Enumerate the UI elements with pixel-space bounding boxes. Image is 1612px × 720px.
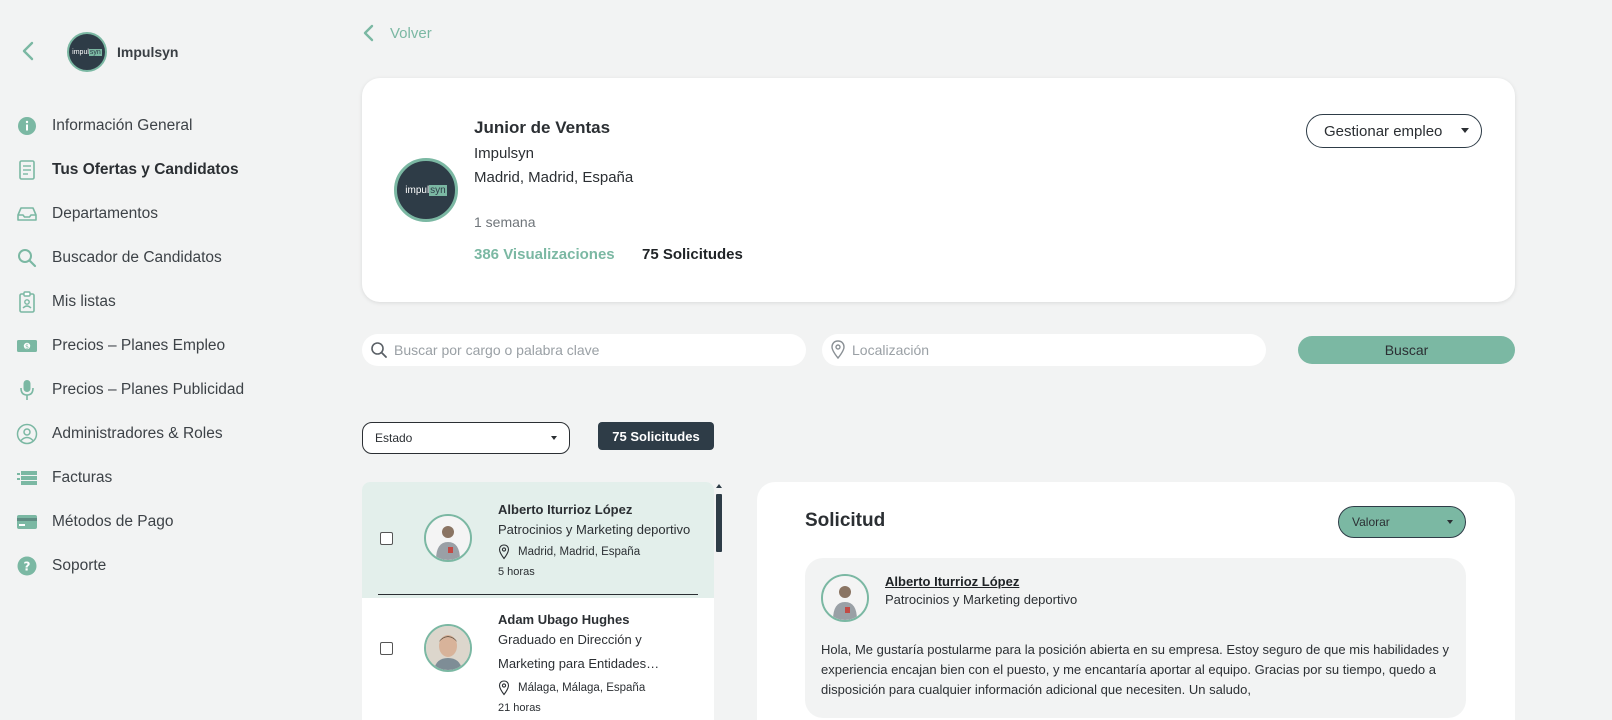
candidate-location-text: Madrid, Madrid, España <box>518 546 641 558</box>
sidebar-item-precios-publicidad[interactable]: Precios – Planes Publicidad <box>16 368 316 412</box>
candidate-role-line1: Graduado en Dirección y <box>498 632 642 647</box>
job-posted-age: 1 semana <box>474 214 536 230</box>
job-title: Junior de Ventas <box>474 118 611 137</box>
svg-text:?: ? <box>24 560 31 574</box>
sidebar-item-label: Administradores & Roles <box>52 425 223 442</box>
candidate-avatar <box>424 514 472 562</box>
sidebar-item-label: Precios – Planes Empleo <box>52 337 226 354</box>
sidebar-item-metodos-pago[interactable]: Métodos de Pago <box>16 500 316 544</box>
candidate-checkbox[interactable] <box>380 642 393 655</box>
sidebar-item-soporte[interactable]: ? Soporte <box>16 544 316 588</box>
search-icon <box>371 342 387 358</box>
candidate-role-line2: Marketing para Entidades… <box>498 656 660 671</box>
sidebar-item-informacion-general[interactable]: Información General <box>16 104 316 148</box>
sidebar-item-departamentos[interactable]: Departamentos <box>16 192 316 236</box>
caret-down-icon <box>1447 520 1453 524</box>
caret-down-icon <box>551 436 557 440</box>
credit-card-icon <box>16 511 38 533</box>
estado-filter-select[interactable]: Estado <box>362 422 570 454</box>
detail-title: Solicitud <box>805 510 886 531</box>
candidate-location: Madrid, Madrid, España <box>498 544 640 560</box>
sidebar-item-label: Departamentos <box>52 205 158 222</box>
sidebar-item-label: Precios – Planes Publicidad <box>52 381 245 398</box>
candidate-location: Málaga, Málaga, España <box>498 680 645 696</box>
caret-down-icon <box>1461 128 1469 133</box>
candidate-time: 21 horas <box>498 702 541 714</box>
document-list-icon <box>16 159 38 181</box>
candidate-checkbox[interactable] <box>380 532 393 545</box>
sidebar-item-precios-empleo[interactable]: $ Precios – Planes Empleo <box>16 324 316 368</box>
candidate-row[interactable]: Adam Ubago Hughes Graduado en Dirección … <box>362 598 714 714</box>
manage-job-label: Gestionar empleo <box>1324 122 1443 140</box>
search-icon <box>16 247 38 269</box>
sidebar-item-label: Mis listas <box>52 293 116 310</box>
applications-count-badge: 75 Solicitudes <box>598 422 714 450</box>
chevron-left-icon <box>363 24 374 42</box>
scrollbar-thumb[interactable] <box>716 494 722 552</box>
scroll-up-arrow-icon[interactable] <box>716 484 722 488</box>
cash-stack-icon <box>16 467 38 489</box>
rate-dropdown[interactable]: Valorar <box>1338 506 1466 538</box>
estado-filter-label: Estado <box>375 431 413 445</box>
sidebar-item-administradores-roles[interactable]: Administradores & Roles <box>16 412 316 456</box>
sidebar-item-label: Facturas <box>52 469 113 486</box>
company-logo-text: impulsyn <box>405 184 447 196</box>
volver-link[interactable]: Volver <box>362 24 432 42</box>
job-location: Madrid, Madrid, España <box>474 169 634 186</box>
location-pin-icon <box>498 680 510 696</box>
candidate-list: Alberto Iturrioz López Patrocinios y Mar… <box>362 482 714 720</box>
sidebar-item-buscador-candidatos[interactable]: Buscador de Candidatos <box>16 236 316 280</box>
sidebar-item-label: Soporte <box>52 557 107 574</box>
application-detail-panel: Solicitud Valorar Alberto Iturrioz López… <box>757 482 1515 720</box>
search-button[interactable]: Buscar <box>1298 336 1515 364</box>
help-circle-icon: ? <box>16 555 38 577</box>
applicant-name-link[interactable]: Alberto Iturrioz López <box>885 574 1019 589</box>
microphone-icon <box>16 379 38 401</box>
sidebar-nav: Información General Tus Ofertas y Candid… <box>16 104 316 588</box>
clipboard-person-icon <box>16 291 38 313</box>
candidate-name: Alberto Iturrioz López <box>498 502 633 517</box>
volver-label: Volver <box>390 24 432 42</box>
candidate-name: Adam Ubago Hughes <box>498 612 630 627</box>
job-applications-count: 75 Solicitudes <box>642 246 743 263</box>
applicant-role: Patrocinios y Marketing deportivo <box>885 592 1078 607</box>
candidate-avatar <box>424 624 472 672</box>
brand-logo-text: impulsyn <box>72 48 102 56</box>
applicant-avatar <box>821 574 869 622</box>
inbox-tray-icon <box>16 203 38 225</box>
keyword-search-input[interactable] <box>394 342 787 358</box>
back-arrow-icon[interactable] <box>18 40 40 62</box>
sidebar-item-facturas[interactable]: Facturas <box>16 456 316 500</box>
sidebar-item-label: Buscador de Candidatos <box>52 249 222 266</box>
job-company: Impulsyn <box>474 145 535 162</box>
user-circle-icon <box>16 423 38 445</box>
candidate-location-text: Málaga, Málaga, España <box>518 682 646 694</box>
job-views-count: 386 Visualizaciones <box>474 246 615 263</box>
manage-job-dropdown[interactable]: Gestionar empleo <box>1306 114 1482 148</box>
location-search-input[interactable] <box>852 342 1245 358</box>
info-icon <box>16 115 38 137</box>
candidate-role: Patrocinios y Marketing deportivo <box>498 522 691 537</box>
application-message-card: Alberto Iturrioz López Patrocinios y Mar… <box>805 558 1466 718</box>
rate-label: Valorar <box>1352 515 1390 529</box>
candidate-time: 5 horas <box>498 566 535 578</box>
sidebar-item-label: Métodos de Pago <box>52 513 174 530</box>
sidebar-item-label: Tus Ofertas y Candidatos <box>52 161 239 178</box>
candidate-row[interactable]: Alberto Iturrioz López Patrocinios y Mar… <box>362 482 714 598</box>
sidebar-item-label: Información General <box>52 117 193 134</box>
brand-logo: impulsyn <box>67 32 107 72</box>
sidebar-item-ofertas-candidatos[interactable]: Tus Ofertas y Candidatos <box>16 148 316 192</box>
keyword-search-field[interactable] <box>362 334 806 366</box>
sidebar-item-mis-listas[interactable]: Mis listas <box>16 280 316 324</box>
location-pin-icon <box>498 544 510 560</box>
row-divider <box>378 594 698 595</box>
job-summary-card: impulsyn Junior de Ventas Impulsyn Madri… <box>362 78 1515 302</box>
brand-name: Impulsyn <box>117 44 179 60</box>
banknote-icon: $ <box>16 335 38 357</box>
application-message: Hola, Me gustaría postularme para la pos… <box>821 642 1449 697</box>
location-search-field[interactable] <box>822 334 1266 366</box>
location-pin-icon <box>831 340 845 360</box>
svg-text:$: $ <box>25 344 29 351</box>
company-logo: impulsyn <box>394 158 458 222</box>
